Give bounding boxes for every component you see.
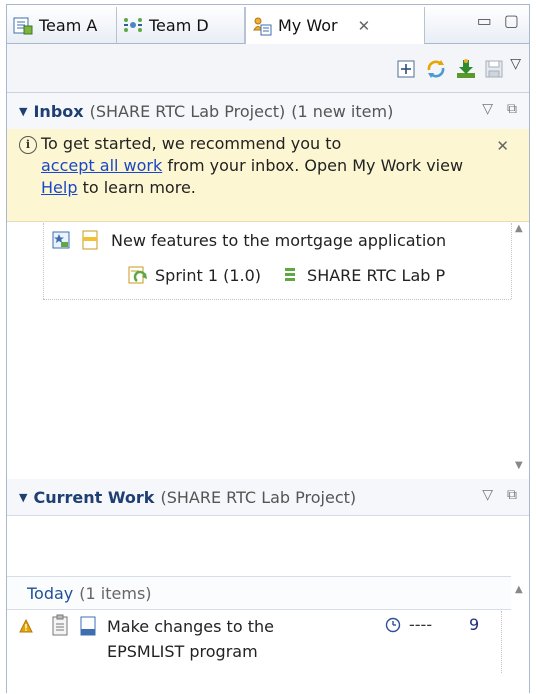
tab-my-work[interactable]: My Wor ✕ bbox=[245, 7, 425, 44]
current-work-scrollbar[interactable]: ▲ bbox=[511, 576, 529, 694]
tab-label: Team A bbox=[39, 15, 98, 35]
scroll-up-icon[interactable]: ▲ bbox=[515, 584, 523, 595]
collapse-triangle-icon[interactable]: ▼ bbox=[19, 105, 27, 118]
scroll-up-icon[interactable]: ▲ bbox=[515, 223, 523, 234]
iteration-label: Sprint 1 (1.0) bbox=[155, 265, 262, 285]
section-project: (SHARE RTC Lab Project) bbox=[89, 101, 286, 121]
view-tab-strip: Team A Team D My Wor ✕ ▭ ▢ bbox=[7, 5, 529, 44]
table-row[interactable]: Make changes to the EPSMLIST program ---… bbox=[7, 611, 511, 673]
banner-line: to learn more. bbox=[77, 178, 196, 197]
close-banner-icon[interactable]: ✕ bbox=[496, 135, 509, 157]
getting-started-banner: i To get started, we recommend you to ac… bbox=[7, 129, 529, 222]
close-icon[interactable]: ✕ bbox=[358, 17, 371, 35]
task-icon bbox=[52, 614, 68, 636]
section-maximize-icon[interactable]: ⧉ bbox=[507, 101, 517, 117]
work-item-title: Make changes to the EPSMLIST program bbox=[107, 614, 347, 664]
tab-team-dashboard[interactable]: Team D bbox=[117, 7, 245, 43]
group-title: Today bbox=[27, 583, 74, 603]
project-label: SHARE RTC Lab P bbox=[307, 265, 446, 285]
priority-value: 9 bbox=[469, 615, 480, 634]
refresh-icon[interactable] bbox=[425, 58, 447, 80]
info-icon: i bbox=[19, 136, 37, 154]
current-work-section-header[interactable]: ▼ Current Work (SHARE RTC Lab Project) ▽… bbox=[7, 479, 529, 516]
section-project: (SHARE RTC Lab Project) bbox=[160, 487, 357, 507]
iteration-icon bbox=[128, 266, 147, 284]
view-menu-icon[interactable]: ▽ bbox=[510, 56, 521, 72]
inbox-list: New features to the mortgage application… bbox=[7, 223, 529, 471]
section-maximize-icon[interactable]: ⧉ bbox=[507, 487, 517, 503]
column-divider bbox=[501, 611, 502, 673]
inbox-scrollbar[interactable]: ▲ ▼ bbox=[511, 223, 529, 471]
tab-team-artifacts[interactable]: Team A bbox=[7, 7, 117, 43]
estimate-value: ---- bbox=[409, 615, 433, 634]
my-work-icon bbox=[253, 17, 272, 35]
list-item[interactable]: Sprint 1 (1.0) SHARE RTC Lab P bbox=[127, 265, 507, 285]
banner-line: from your inbox. Open My Work view bbox=[162, 156, 464, 175]
current-work-list: Today (1 items) Make changes to the EPSM… bbox=[7, 516, 529, 694]
tab-label: My Wor bbox=[278, 16, 338, 35]
inbox-section-header[interactable]: ▼ Inbox (SHARE RTC Lab Project) (1 new i… bbox=[7, 93, 529, 130]
section-title: Inbox bbox=[33, 101, 84, 121]
section-menu-icon[interactable]: ▽ bbox=[482, 101, 493, 117]
group-count: (1 items) bbox=[79, 583, 152, 603]
work-item-line: Make changes to the bbox=[107, 617, 274, 636]
group-today[interactable]: Today (1 items) bbox=[7, 576, 511, 610]
clock-icon bbox=[385, 617, 401, 633]
tab-label: Team D bbox=[149, 15, 209, 35]
view-toolbar: ▽ bbox=[7, 44, 529, 93]
minimize-icon[interactable]: ▭ bbox=[477, 11, 492, 30]
save-icon[interactable] bbox=[483, 58, 505, 80]
collapse-triangle-icon[interactable]: ▼ bbox=[19, 491, 27, 504]
accept-all-work-link[interactable]: accept all work bbox=[41, 156, 162, 175]
warning-icon bbox=[19, 619, 33, 633]
scroll-down-icon[interactable]: ▼ bbox=[515, 460, 523, 471]
work-item-title: New features to the mortgage application bbox=[111, 230, 447, 250]
work-item-line: EPSMLIST program bbox=[107, 642, 258, 661]
expand-icon[interactable] bbox=[395, 58, 417, 80]
section-title: Current Work bbox=[33, 487, 155, 507]
row-divider bbox=[43, 299, 511, 300]
section-menu-icon[interactable]: ▽ bbox=[482, 487, 493, 503]
section-count: (1 new item) bbox=[291, 101, 394, 121]
task-type-icon bbox=[80, 616, 96, 636]
team-dashboard-icon bbox=[124, 18, 142, 32]
project-area-icon bbox=[285, 268, 296, 281]
work-item-type-icon bbox=[52, 231, 70, 249]
help-link[interactable]: Help bbox=[41, 178, 77, 197]
banner-text: To get started, we recommend you to acce… bbox=[41, 133, 471, 199]
list-item[interactable]: New features to the mortgage application bbox=[51, 229, 507, 251]
tree-guide bbox=[43, 223, 44, 299]
banner-line: To get started, we recommend you to bbox=[41, 134, 342, 153]
team-artifacts-icon bbox=[13, 17, 33, 35]
maximize-icon[interactable]: ▢ bbox=[504, 11, 519, 30]
my-work-view: Team A Team D My Wor ✕ ▭ ▢ ▽ ▼ Inbox (SH… bbox=[6, 4, 530, 693]
window-controls: ▭ ▢ bbox=[477, 11, 519, 30]
story-template-icon bbox=[82, 230, 98, 250]
download-icon[interactable] bbox=[455, 58, 477, 80]
